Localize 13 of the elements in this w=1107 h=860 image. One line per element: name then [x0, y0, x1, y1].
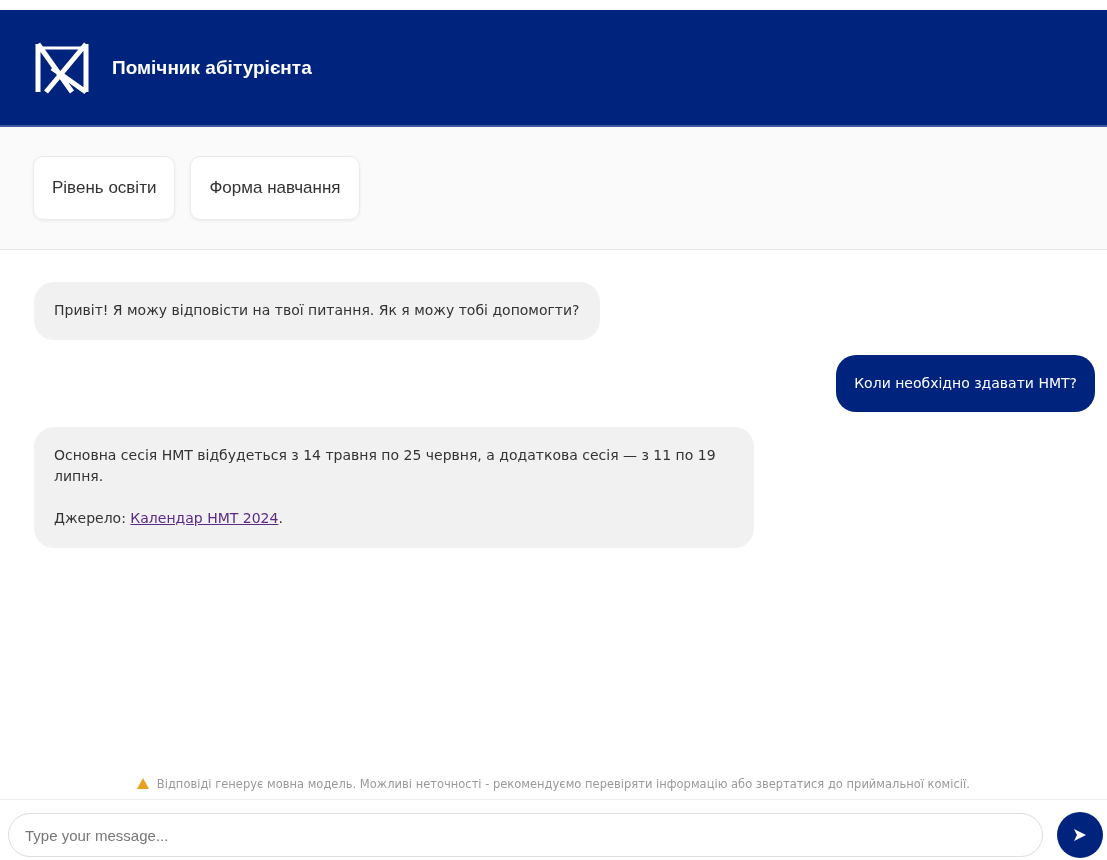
message-input[interactable]: Type your message... [8, 813, 1043, 857]
disclaimer-text: Відповіді генерує мовна модель. Можливі неточності - рекомендуємо перевіряти інформацію або звертатися до приймальної комісії. [156, 777, 970, 791]
send-button[interactable] [1057, 812, 1103, 858]
app-title: Помічник абітурієнта [112, 56, 312, 79]
message-text: Привіт! Я можу відповісти на твої питання. Як я можу тобі допомогти? [54, 301, 580, 320]
send-icon [1073, 828, 1087, 842]
user-message: Коли необхідно здавати НМТ? [836, 355, 1095, 412]
message-text: Основна сесія НМТ відбудеться з 14 травня по 25 червня, а додаткова сесія — з 11 по 19 липня. [54, 446, 717, 486]
source-link[interactable]: Календар НМТ 2024 [130, 510, 279, 526]
source-line: Джерело: Календар НМТ 2024. [54, 509, 284, 528]
warning-icon [137, 778, 150, 789]
option-chip[interactable]: Рівень освіти [33, 156, 176, 220]
option-chip[interactable]: Форма навчання [190, 156, 360, 220]
